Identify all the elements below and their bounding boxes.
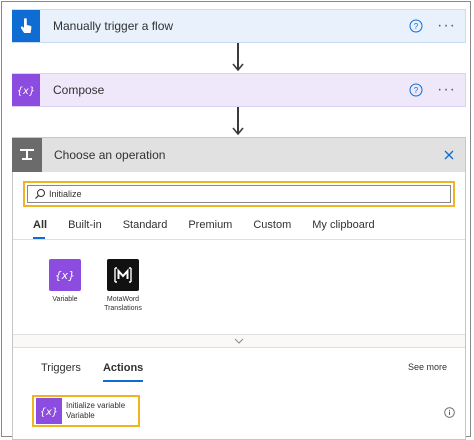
arrow-down-icon — [232, 63, 244, 71]
search-icon — [35, 189, 45, 199]
compose-card-title: Compose — [53, 83, 105, 97]
compose-card[interactable]: {x} Compose ? ··· — [12, 73, 466, 107]
operation-panel-header: Choose an operation — [12, 138, 465, 172]
action-text: Initialize variable Variable — [66, 401, 125, 421]
connector-variable[interactable]: {x} Variable — [40, 259, 90, 313]
chevron-down-icon[interactable] — [234, 338, 244, 344]
tab-my-clipboard[interactable]: My clipboard — [312, 219, 374, 239]
close-icon[interactable] — [442, 148, 456, 162]
search-box — [27, 185, 451, 203]
tab-standard[interactable]: Standard — [123, 219, 168, 239]
help-icon[interactable]: ? — [409, 19, 423, 33]
category-tabs: All Built-in Standard Premium Custom My … — [33, 219, 396, 239]
svg-text:?: ? — [414, 22, 419, 31]
trigger-card-title: Manually trigger a flow — [53, 19, 174, 33]
svg-text:?: ? — [414, 86, 419, 95]
result-tabs: Triggers Actions — [41, 362, 165, 382]
tabs-divider — [13, 239, 465, 240]
more-options-icon[interactable]: ··· — [437, 18, 456, 34]
action-subtitle: Variable — [66, 411, 95, 420]
variable-icon: {x} — [49, 259, 81, 291]
action-title: Initialize variable — [66, 401, 126, 410]
tab-custom[interactable]: Custom — [253, 219, 291, 239]
connector-label: MotaWord Translations — [104, 296, 142, 312]
variable-icon: {x} — [36, 398, 62, 424]
collapse-bar[interactable] — [13, 334, 465, 348]
svg-text:{x}: {x} — [40, 407, 58, 418]
action-initialize-variable[interactable]: {x} Initialize variable Variable — [32, 395, 140, 427]
arrow-down-icon — [232, 127, 244, 135]
operation-icon — [12, 138, 42, 172]
trigger-card[interactable]: Manually trigger a flow ? ··· — [12, 9, 466, 43]
help-icon[interactable]: ? — [409, 83, 423, 97]
tab-all[interactable]: All — [33, 219, 47, 239]
tab-built-in[interactable]: Built-in — [68, 219, 102, 239]
touch-icon — [12, 10, 40, 42]
connector-motaword[interactable]: MotaWord Translations — [98, 259, 148, 313]
motaword-icon — [107, 259, 139, 291]
see-more-link[interactable]: See more — [408, 362, 447, 372]
connector-label: Variable — [52, 296, 78, 303]
search-input[interactable] — [49, 189, 450, 199]
svg-text:{x}: {x} — [17, 86, 35, 97]
info-icon[interactable] — [444, 407, 455, 418]
connector-list: {x} Variable MotaWord Translations — [40, 259, 156, 313]
svg-text:{x}: {x} — [55, 269, 75, 282]
tab-premium[interactable]: Premium — [188, 219, 232, 239]
choose-operation-panel: Choose an operation All Built-in Standar… — [12, 137, 466, 440]
operation-panel-title: Choose an operation — [54, 148, 166, 162]
compose-icon: {x} — [12, 74, 40, 106]
tab-triggers[interactable]: Triggers — [41, 362, 81, 382]
more-options-icon[interactable]: ··· — [437, 82, 456, 98]
tab-actions[interactable]: Actions — [102, 362, 144, 382]
search-highlight — [23, 181, 455, 207]
